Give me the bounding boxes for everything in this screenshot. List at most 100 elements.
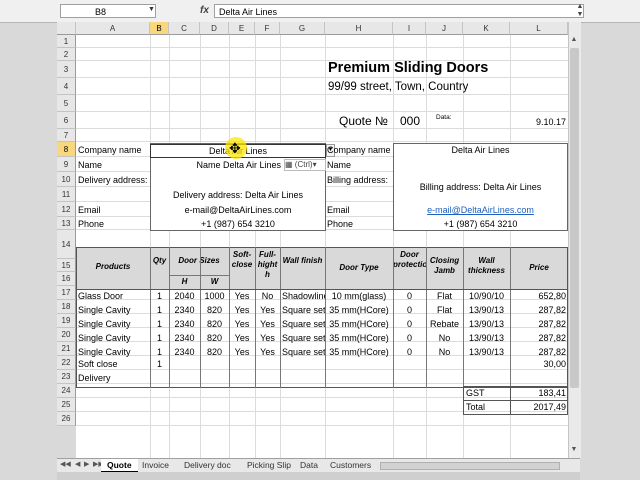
scroll-down-icon[interactable]: ▼	[569, 446, 579, 456]
billing-address-value: Billing address: Delta Air Lines	[419, 182, 542, 192]
cell-width: 820	[206, 305, 223, 315]
cell-full-hight: Yes	[260, 305, 275, 315]
col-header-g[interactable]: G	[280, 22, 325, 35]
row-header[interactable]: 13	[57, 217, 76, 230]
paste-options-button[interactable]: ▦ (Ctrl)▾	[284, 159, 326, 171]
clipboard-icon: ▦	[285, 160, 293, 169]
row-header[interactable]: 26	[57, 412, 76, 426]
cell-door-type: 10 mm(glass)	[331, 291, 387, 301]
col-header-l[interactable]: L	[510, 22, 568, 35]
row-header[interactable]: 12	[57, 202, 76, 217]
table-border	[325, 247, 326, 388]
cell-qty: 1	[156, 333, 162, 343]
header-full-hight: Full-hight h	[257, 250, 278, 279]
header-products: Products	[95, 262, 131, 271]
tab-quote[interactable]: Quote	[101, 459, 138, 472]
cell-wall-thickness: 13/90/13	[468, 319, 505, 329]
tab-picking-slip[interactable]: Picking Slip	[241, 459, 297, 471]
email-label: Email	[78, 205, 101, 215]
tab-delivery-doc[interactable]: Delivery doc	[178, 459, 237, 471]
row-header[interactable]: 7	[57, 129, 76, 142]
tab-nav-prev-icon[interactable]: ◀	[75, 460, 80, 468]
paste-options-label: (Ctrl)	[294, 160, 313, 169]
row-header[interactable]: 25	[57, 398, 76, 412]
soft-close-price: 30,00	[543, 359, 566, 369]
cell-soft-close: Yes	[234, 333, 250, 343]
row-header[interactable]: 9	[57, 157, 76, 172]
row-header[interactable]: 14	[57, 230, 76, 259]
cell-closing-jamb: Rebate	[429, 319, 460, 329]
row-header[interactable]: 5	[57, 95, 76, 112]
cell-qty: 1	[156, 319, 162, 329]
horizontal-scrollbar[interactable]	[380, 462, 560, 470]
formula-input[interactable]: Delta Air Lines	[214, 4, 584, 18]
expand-formula-icon[interactable]: ▲	[575, 3, 585, 11]
cell-closing-jamb: No	[438, 347, 451, 357]
cell-soft-close: Yes	[234, 319, 250, 329]
row-header[interactable]: 17	[57, 286, 76, 300]
row-header[interactable]: 8	[57, 142, 76, 157]
col-header-b[interactable]: B	[150, 22, 169, 35]
cell-closing-jamb: No	[438, 333, 451, 343]
row-header[interactable]: 10	[57, 172, 76, 187]
grid-line	[76, 47, 568, 48]
col-header-h[interactable]: H	[325, 22, 393, 35]
cell-wall-thickness: 13/90/13	[468, 305, 505, 315]
row-header[interactable]: 4	[57, 78, 76, 95]
row-header[interactable]: 18	[57, 300, 76, 314]
row-header[interactable]: 15	[57, 259, 76, 272]
row-header[interactable]: 22	[57, 356, 76, 370]
name-box[interactable]: B8	[60, 4, 156, 18]
row-header[interactable]: 1	[57, 35, 76, 48]
cell-door-protection: 0	[406, 305, 412, 315]
tab-customers[interactable]: Customers	[324, 459, 377, 471]
col-header-f[interactable]: F	[255, 22, 280, 35]
cell-soft-close: Yes	[234, 347, 250, 357]
col-header-i[interactable]: I	[393, 22, 426, 35]
row-header[interactable]: 6	[57, 112, 76, 129]
quote-label: Quote №	[339, 114, 388, 128]
header-h: H	[181, 277, 188, 286]
col-header-k[interactable]: K	[463, 22, 510, 35]
row-header[interactable]: 2	[57, 48, 76, 61]
table-border	[463, 247, 464, 388]
table-border	[393, 247, 394, 388]
tab-data[interactable]: Data	[294, 459, 324, 471]
row-header[interactable]: 19	[57, 314, 76, 328]
table-border	[200, 247, 201, 388]
chevron-down-icon[interactable]: ▼	[148, 6, 155, 13]
right-name-label: Name	[327, 160, 352, 170]
soft-close-qty: 1	[156, 359, 162, 369]
scroll-thumb[interactable]	[570, 48, 579, 388]
scroll-up-icon[interactable]: ▲	[569, 36, 579, 46]
row-header[interactable]: 3	[57, 61, 76, 78]
cell-height: 2340	[174, 319, 195, 329]
grid-line	[76, 77, 568, 78]
row-header[interactable]: 20	[57, 328, 76, 342]
row-header[interactable]: 23	[57, 370, 76, 384]
row-header[interactable]: 16	[57, 272, 76, 286]
table-border	[169, 247, 170, 388]
cell-wall-thickness: 10/90/10	[468, 291, 505, 301]
row-header[interactable]: 24	[57, 384, 76, 398]
row-header[interactable]: 11	[57, 187, 76, 202]
tab-nav-first-icon[interactable]: ◀◀	[60, 460, 71, 468]
right-email-link[interactable]: e-mail@DeltaAirLines.com	[393, 204, 568, 217]
col-header-j[interactable]: J	[426, 22, 463, 35]
col-header-c[interactable]: C	[169, 22, 200, 35]
col-header-d[interactable]: D	[200, 22, 229, 35]
header-wall-thickness: Wall thickness	[468, 256, 505, 275]
row-header[interactable]: 21	[57, 342, 76, 356]
fx-icon[interactable]: fx	[200, 5, 209, 16]
cell-qty: 1	[156, 291, 162, 301]
cell-price: 287,82	[538, 333, 566, 343]
grid-line	[76, 60, 568, 61]
col-header-a[interactable]: A	[76, 22, 150, 35]
select-all-corner[interactable]	[57, 22, 76, 35]
col-header-e[interactable]: E	[229, 22, 255, 35]
collapse-formula-icon[interactable]: ▼	[575, 11, 585, 19]
company-name-label: Company name	[78, 145, 142, 155]
tab-nav-next-icon[interactable]: ▶	[84, 460, 89, 468]
company-title: Premium Sliding Doors	[328, 60, 489, 76]
tab-invoice[interactable]: Invoice	[136, 459, 175, 471]
